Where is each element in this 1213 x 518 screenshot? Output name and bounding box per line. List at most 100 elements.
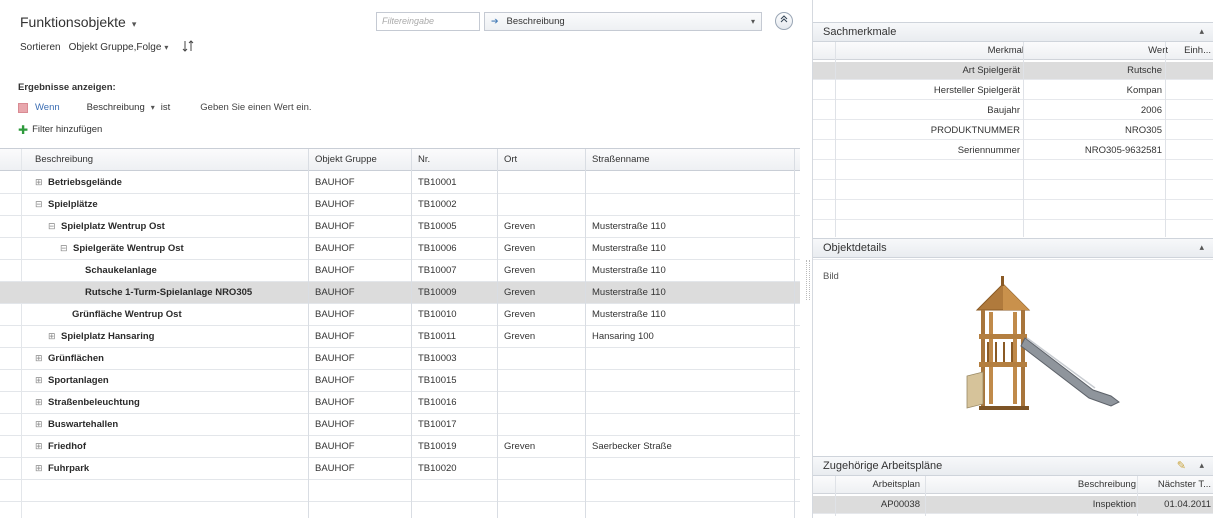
beschreibung-cell: Grünfläche Wentrup Ost [72, 309, 182, 320]
table-row[interactable]: ⊞ Spielplatz Hansaring BAUHOF TB10011 Greven… [0, 326, 800, 348]
table-row[interactable]: ⊞ Friedhof BAUHOF TB10019 Greven Saerbecker S… [0, 436, 800, 458]
column-divider [835, 476, 836, 516]
collapse-node-icon[interactable]: ⊟ [60, 243, 69, 254]
sachmerkmal-row[interactable]: PRODUKTNUMMER NRO305 [813, 122, 1213, 140]
column-header-objekt-gruppe[interactable]: Objekt Gruppe [315, 154, 377, 165]
column-divider[interactable] [794, 149, 795, 518]
objekt-gruppe-cell: BAUHOF [315, 331, 355, 342]
collapse-node-icon[interactable]: ⊟ [48, 221, 57, 232]
table-row[interactable]: Grünfläche Wentrup Ost BAUHOF TB10010 Greve… [0, 304, 800, 326]
table-row[interactable]: ⊟ Spielgeräte Wentrup Ost BAUHOF TB10006 Gre… [0, 238, 800, 260]
chevron-up-icon[interactable]: ▴ [1199, 460, 1204, 471]
column-header-ort[interactable]: Ort [504, 154, 517, 165]
filter-input[interactable]: Filtereingabe [376, 12, 480, 31]
condition-value-hint[interactable]: Geben Sie einen Wert ein. [200, 102, 311, 113]
arbeitsplaene-header[interactable]: Zugehörige Arbeitspläne ✎ ▴ [813, 456, 1213, 476]
strassenname-cell: Hansaring 100 [592, 331, 654, 342]
table-row[interactable]: ⊞ Betriebsgelände BAUHOF TB10001 [0, 172, 800, 194]
sachmerkmal-row[interactable]: Hersteller Spielgerät Kompan [813, 82, 1213, 100]
column-divider[interactable] [411, 149, 412, 518]
column-divider [835, 42, 836, 237]
arbeitsplan-row[interactable]: AP00038 Inspektion 01.04.2011 [813, 496, 1213, 514]
sachmerkmale-title: Sachmerkmale [823, 26, 897, 38]
expand-node-icon[interactable]: ⊞ [35, 353, 44, 364]
table-row[interactable]: ⊞ Fuhrpark BAUHOF TB10020 [0, 458, 800, 480]
sachmerkmale-header[interactable]: Sachmerkmale ▴ [813, 22, 1213, 42]
table-row[interactable]: Schaukelanlage BAUHOF TB10007 Greven Musters… [0, 260, 800, 282]
column-divider[interactable] [925, 476, 926, 516]
column-divider[interactable] [1023, 42, 1024, 237]
pencil-icon[interactable]: ✎ [1177, 459, 1186, 472]
beschreibung-text: Spielgeräte Wentrup Ost [73, 243, 184, 254]
column-header-beschreibung[interactable]: Beschreibung [35, 154, 93, 165]
beschreibung-text: Grünflächen [48, 353, 104, 364]
beschreibung-text: Spielplätze [48, 199, 98, 210]
table-row[interactable]: Rutsche 1-Turm-Spielanlage NRO305 BAUHOF T… [0, 282, 800, 304]
chevron-up-icon[interactable]: ▴ [1199, 242, 1204, 253]
beschreibung-text: Spielplatz Hansaring [61, 331, 155, 342]
nr-cell: TB10017 [418, 419, 457, 430]
expand-node-icon[interactable]: ⊞ [35, 177, 44, 188]
column-header-einheit[interactable]: Einh... [1184, 45, 1211, 56]
expand-node-icon[interactable]: ⊞ [48, 331, 57, 342]
expand-node-icon[interactable]: ⊞ [35, 375, 44, 386]
column-header-arbeitsplan[interactable]: Arbeitsplan [872, 479, 920, 490]
beschreibung-cell: ⊞ Fuhrpark [35, 463, 89, 474]
condition-field[interactable]: Beschreibung [87, 102, 145, 113]
bild-label: Bild [823, 271, 839, 282]
expand-node-icon[interactable]: ⊞ [35, 441, 44, 452]
collapse-up-icon[interactable] [775, 12, 793, 30]
collapse-node-icon[interactable]: ⊟ [35, 199, 44, 210]
table-row[interactable]: ⊟ Spielplätze BAUHOF TB10002 [0, 194, 800, 216]
column-header-nr[interactable]: Nr. [418, 154, 430, 165]
table-row[interactable]: ⊟ Spielplatz Wentrup Ost BAUHOF TB10005 Grev… [0, 216, 800, 238]
field-select[interactable]: ➔ Beschreibung ▾ [484, 12, 762, 31]
objects-grid: Beschreibung Objekt Gruppe Nr. Ort Straß… [0, 148, 800, 518]
objekt-gruppe-cell: BAUHOF [315, 221, 355, 232]
chevron-up-icon[interactable]: ▴ [1199, 26, 1204, 37]
column-header-strassenname[interactable]: Straßenname [592, 154, 650, 165]
add-filter-button[interactable]: ✚ Filter hinzufügen [18, 124, 102, 136]
nr-cell: TB10009 [418, 287, 457, 298]
objektdetails-header[interactable]: Objektdetails ▴ [813, 238, 1213, 258]
table-row[interactable]: ⊞ Straßenbeleuchtung BAUHOF TB10016 [0, 392, 800, 414]
beschreibung-cell: Rutsche 1-Turm-Spielanlage NRO305 [85, 287, 252, 298]
column-divider[interactable] [497, 149, 498, 518]
expand-node-icon[interactable]: ⊞ [35, 397, 44, 408]
wert-cell: NRO305 [1125, 125, 1162, 136]
sachmerkmal-row[interactable]: Art Spielgerät Rutsche [813, 62, 1213, 80]
column-divider[interactable] [1137, 476, 1138, 516]
sort-field-dropdown[interactable]: Objekt Gruppe,Folge ▾ [69, 42, 169, 53]
remove-condition-icon[interactable] [18, 102, 28, 113]
beschreibung-cell: ⊞ Betriebsgelände [35, 177, 122, 188]
expand-node-icon[interactable]: ⊞ [35, 419, 44, 430]
table-row[interactable]: ⊞ Grünflächen BAUHOF TB10003 [0, 348, 800, 370]
pane-title-menu[interactable]: Funktionsobjekte ▾ [20, 14, 136, 30]
condition-wenn-link[interactable]: Wenn [35, 102, 60, 113]
merkmal-cell: PRODUKTNUMMER [930, 125, 1020, 136]
strassenname-cell: Musterstraße 110 [592, 287, 666, 298]
objekt-gruppe-cell: BAUHOF [315, 199, 355, 210]
pane-splitter[interactable] [806, 260, 810, 300]
column-header-naechster-termin[interactable]: Nächster T... [1158, 479, 1211, 490]
beschreibung-cell: ⊟ Spielplätze [35, 199, 98, 210]
strassenname-cell: Saerbecker Straße [592, 441, 672, 452]
column-header-beschreibung[interactable]: Beschreibung [1078, 479, 1136, 490]
filter-area: Ergebnisse anzeigen: Wenn Beschreibung ▾… [18, 82, 312, 136]
sort-direction-icon[interactable] [182, 40, 196, 55]
column-divider[interactable] [308, 149, 309, 518]
column-divider[interactable] [585, 149, 586, 518]
ort-cell: Greven [504, 331, 536, 342]
table-row[interactable]: ⊞ Sportanlagen BAUHOF TB10015 [0, 370, 800, 392]
expand-node-icon[interactable]: ⊞ [35, 463, 44, 474]
column-divider[interactable] [1165, 42, 1166, 237]
sachmerkmal-row[interactable]: Seriennummer NRO305-9632581 [813, 142, 1213, 160]
condition-operator[interactable]: ist [161, 102, 171, 113]
column-header-merkmal[interactable]: Merkmal [988, 45, 1024, 56]
table-row[interactable]: ⊞ Buswartehallen BAUHOF TB10017 [0, 414, 800, 436]
sachmerkmal-row[interactable]: Baujahr 2006 [813, 102, 1213, 120]
sort-label: Sortieren [20, 42, 61, 53]
merkmal-cell: Hersteller Spielgerät [933, 85, 1020, 96]
ort-cell: Greven [504, 243, 536, 254]
beschreibung-cell: ⊞ Spielplatz Hansaring [48, 331, 154, 342]
